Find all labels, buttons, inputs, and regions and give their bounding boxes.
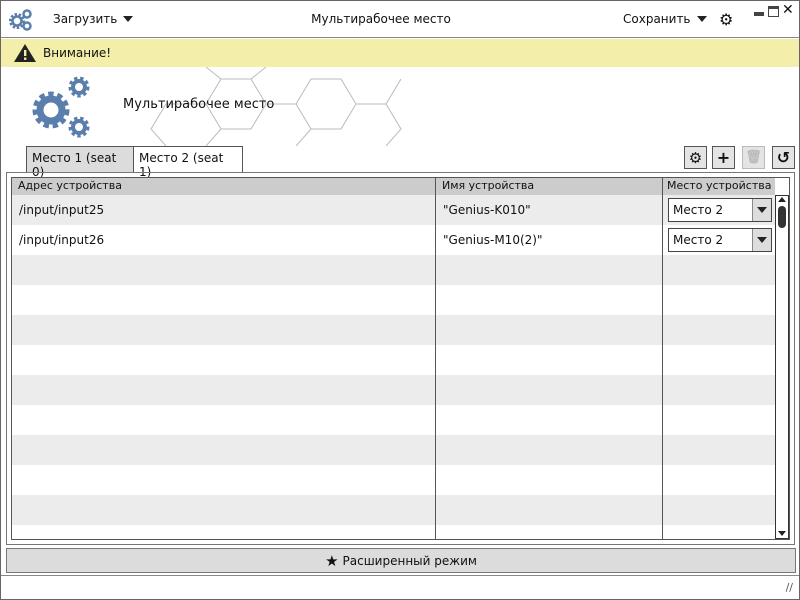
device-address: /input/input25 (19, 203, 105, 217)
device-seat-value: Место 2 (673, 203, 724, 217)
seat-settings-button[interactable]: ⚙ (684, 146, 707, 169)
table-row[interactable]: /input/input26 "Genius-M10(2)" Место 2 (12, 225, 775, 255)
device-name: "Genius-K010" (443, 203, 531, 217)
undo-icon: ↺ (776, 148, 791, 167)
warning-icon (14, 44, 36, 62)
reset-button[interactable]: ↺ (772, 146, 795, 169)
multiseat-gears-icon (32, 76, 90, 138)
maximize-icon[interactable] (768, 6, 779, 17)
table-row (12, 465, 775, 495)
warning-text: Внимание! (43, 46, 112, 60)
device-name: "Genius-M10(2)" (443, 233, 543, 247)
delete-seat-button[interactable]: 🗑 (742, 146, 765, 169)
save-menu-label: Сохранить (623, 12, 691, 26)
settings-gear-icon[interactable]: ⚙ (719, 10, 733, 29)
column-header-name[interactable]: Имя устройства (436, 178, 663, 195)
table-row (12, 345, 775, 375)
plus-icon: + (716, 148, 731, 167)
star-icon: ★ (325, 551, 339, 570)
warning-bar: Внимание! (1, 39, 799, 67)
table-row (12, 495, 775, 525)
close-icon[interactable]: ✕ (782, 2, 794, 18)
title-bar: Загрузить Мультирабочее место Сохранить … (1, 1, 799, 38)
main-window: Загрузить Мультирабочее место Сохранить … (0, 0, 800, 600)
table-row (12, 255, 775, 285)
tab-seat-1[interactable]: Место 1 (seat 0) (26, 146, 134, 179)
device-seat-value: Место 2 (673, 233, 724, 247)
table-row (12, 525, 775, 539)
trash-icon: 🗑 (745, 150, 762, 165)
vertical-scrollbar[interactable] (775, 195, 789, 539)
table-row (12, 435, 775, 465)
table-row[interactable]: /input/input25 "Genius-K010" Место 2 (12, 195, 775, 225)
devices-table: Адрес устройства Имя устройства Место ус… (11, 177, 790, 540)
scroll-down-icon[interactable] (778, 531, 786, 536)
scroll-up-icon[interactable] (778, 197, 786, 202)
table-row (12, 285, 775, 315)
column-header-address[interactable]: Адрес устройства (12, 178, 436, 195)
minimize-icon[interactable] (754, 12, 764, 16)
scroll-thumb[interactable] (778, 206, 786, 228)
table-row (12, 375, 775, 405)
chevron-down-icon (696, 16, 707, 22)
resize-grip-icon[interactable]: // (786, 581, 793, 594)
chevron-down-icon[interactable] (752, 199, 771, 221)
table-row (12, 315, 775, 345)
device-address: /input/input26 (19, 233, 105, 247)
table-row (12, 405, 775, 435)
banner: Мультирабочее место (1, 67, 799, 146)
device-seat-select[interactable]: Место 2 (668, 198, 772, 222)
device-seat-select[interactable]: Место 2 (668, 228, 772, 252)
add-seat-button[interactable]: + (712, 146, 735, 169)
column-header-seat[interactable]: Место устройства (663, 178, 775, 195)
chevron-down-icon[interactable] (752, 229, 771, 251)
gear-icon: ⚙ (688, 148, 703, 167)
status-bar: // (1, 575, 799, 599)
save-menu[interactable]: Сохранить (623, 12, 707, 26)
banner-title: Мультирабочее место (123, 97, 275, 112)
tab-seat-2[interactable]: Место 2 (seat 1) (133, 146, 243, 179)
advanced-mode-button[interactable]: ★ Расширенный режим (6, 548, 796, 573)
advanced-mode-label: Расширенный режим (342, 553, 477, 568)
